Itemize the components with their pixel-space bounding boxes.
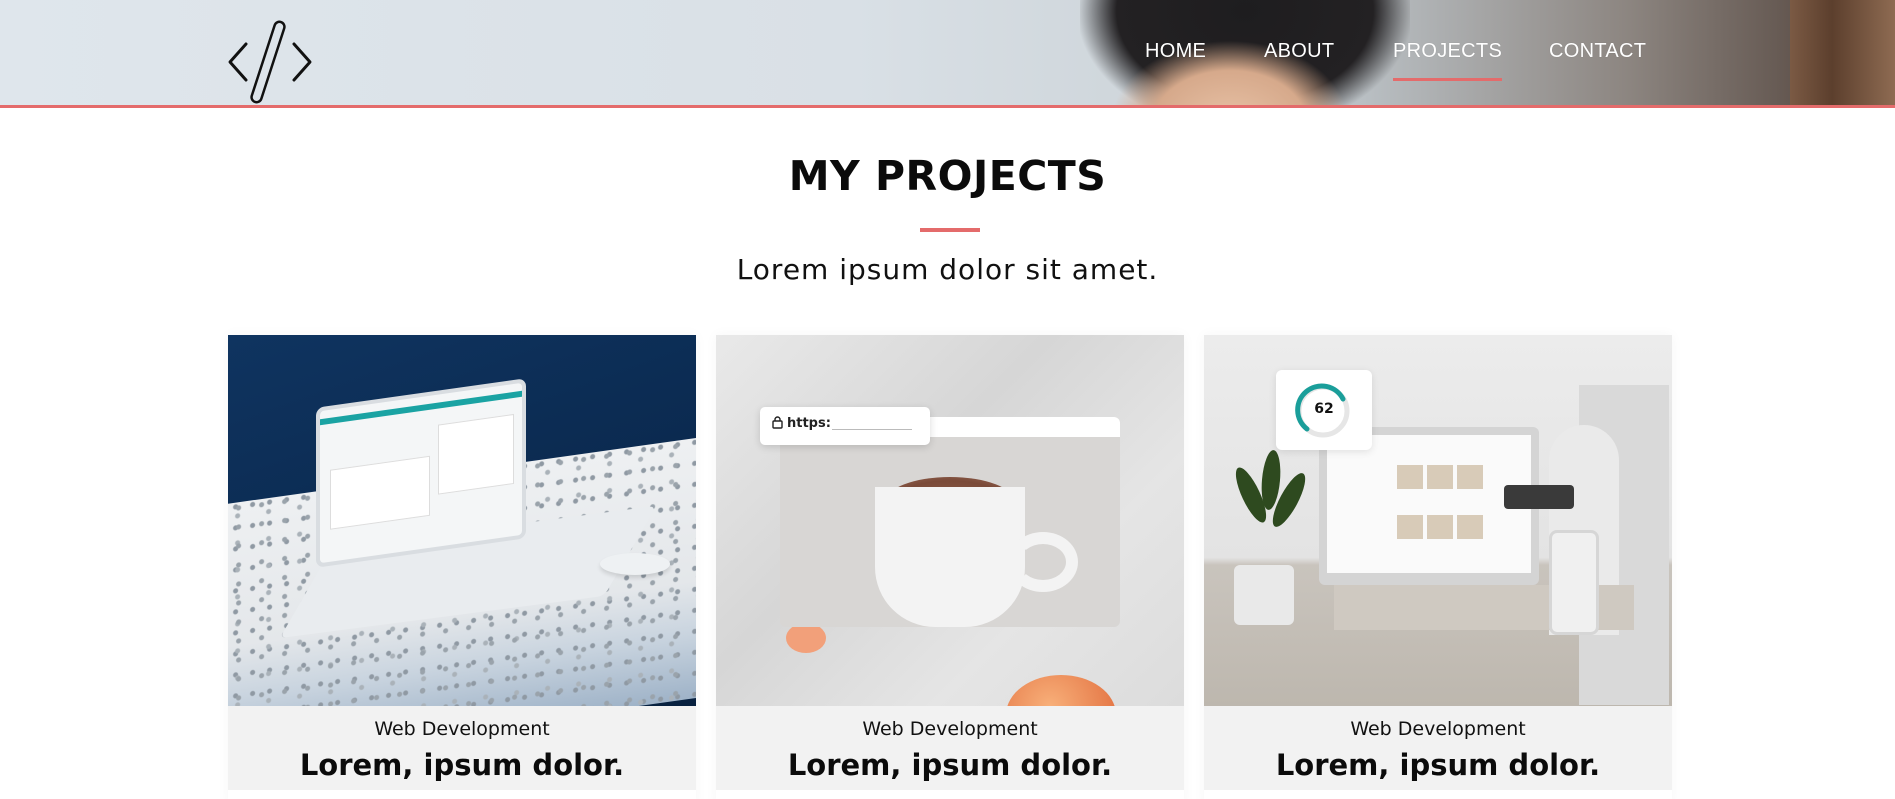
page-title: MY PROJECTS <box>788 152 1107 200</box>
project-category: Web Development <box>1350 718 1526 740</box>
card-footer-strip <box>228 790 696 799</box>
thumb-url-text: https: <box>787 416 831 431</box>
thumb-product-tile <box>1427 465 1453 489</box>
thumb-screen-panel <box>330 455 430 530</box>
project-thumbnail-laptop[interactable] <box>228 335 696 706</box>
thumb-url-bar: https: <box>760 407 930 445</box>
project-card[interactable]: 62 Web Development Lorem, ipsum dolor. <box>1204 335 1672 799</box>
thumb-screen-panel <box>438 413 514 495</box>
thumb-product-tile <box>1397 515 1423 539</box>
thumb-mouse <box>600 553 670 575</box>
project-title[interactable]: Lorem, ipsum dolor. <box>228 748 696 782</box>
nav-projects[interactable]: PROJECTS <box>1393 40 1503 81</box>
thumb-product-tile <box>1397 465 1423 489</box>
thumb-browser-window <box>780 417 1120 627</box>
hero-photo-door <box>1790 0 1895 105</box>
section-subtitle: Lorem ipsum dolor sit amet. <box>736 253 1159 286</box>
project-thumbnail-coffee[interactable]: https: <box>716 335 1184 706</box>
nav-home[interactable]: HOME <box>1145 40 1206 68</box>
thumb-score-value: 62 <box>1314 401 1334 417</box>
thumb-toolbar <box>1504 485 1574 509</box>
lock-icon <box>772 416 783 429</box>
thumb-plant-pot <box>1234 565 1294 625</box>
project-category: Web Development <box>374 718 550 740</box>
project-thumbnail-devices[interactable]: 62 <box>1204 335 1672 706</box>
thumb-laptop-screen <box>316 378 526 568</box>
project-category: Web Development <box>862 718 1038 740</box>
project-card[interactable]: https: Web Development Lorem, ipsum dolo… <box>716 335 1184 799</box>
card-footer-strip <box>716 790 1184 799</box>
thumb-cup-handle <box>1008 532 1078 592</box>
thumb-product-tile <box>1457 465 1483 489</box>
thumb-cup <box>875 487 1025 627</box>
project-card[interactable]: Web Development Lorem, ipsum dolor. <box>228 335 696 799</box>
nav-contact[interactable]: CONTACT <box>1549 40 1646 68</box>
title-underline <box>920 228 980 232</box>
code-brackets-logo-icon[interactable] <box>224 18 316 106</box>
thumb-laptop-screen <box>1327 435 1531 573</box>
thumb-score-card: 62 <box>1276 370 1372 450</box>
nav-about[interactable]: ABOUT <box>1264 40 1334 68</box>
thumb-url-line <box>832 429 912 430</box>
project-title[interactable]: Lorem, ipsum dolor. <box>716 748 1184 782</box>
project-title[interactable]: Lorem, ipsum dolor. <box>1204 748 1672 782</box>
card-footer-strip <box>1204 790 1672 799</box>
thumb-phone <box>1549 530 1599 635</box>
thumb-product-tile <box>1457 515 1483 539</box>
thumb-product-tile <box>1427 515 1453 539</box>
thumb-peach <box>786 623 826 653</box>
site-header: HOME ABOUT PROJECTS CONTACT <box>0 0 1895 108</box>
